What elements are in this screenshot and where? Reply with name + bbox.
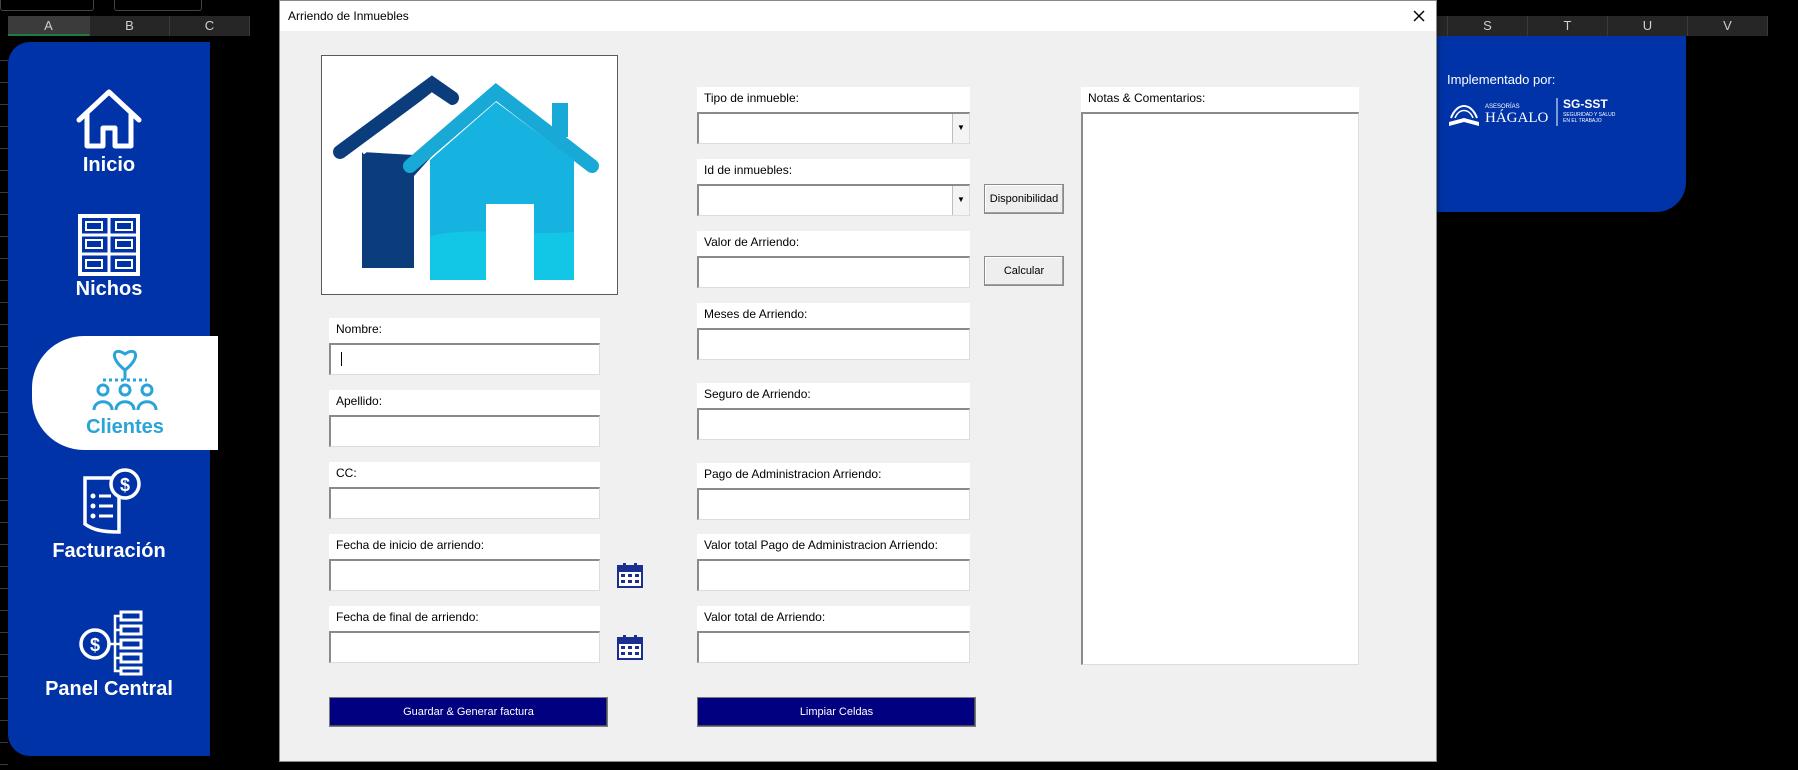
nav-label-panel-central: Panel Central [45,678,173,700]
name-box[interactable] [0,0,94,11]
invoice-icon: $ [83,468,141,534]
svg-text:HÁGALO: HÁGALO [1485,109,1548,126]
fecha-inicio-label: Fecha de inicio de arriendo: [329,534,600,560]
calcular-button[interactable]: Calcular [984,256,1064,286]
tipo-inmueble-dropdown[interactable]: ▼ [697,112,970,144]
svg-text:EN EL TRABAJO: EN EL TRABAJO [1563,118,1602,124]
apellido-label: Apellido: [329,390,600,416]
seguro-arriendo-field[interactable] [697,408,970,440]
cc-field[interactable] [329,487,600,519]
column-header-u[interactable]: U [1608,16,1688,36]
nombre-label: Nombre: [329,318,600,344]
valor-total-arriendo-field[interactable] [697,631,970,663]
guardar-generar-factura-button[interactable]: Guardar & Generar factura [329,697,608,727]
svg-text:SG-SST: SG-SST [1563,97,1608,111]
svg-text:$: $ [90,635,100,655]
valor-total-administracion-field[interactable] [697,559,970,591]
id-inmuebles-label: Id de inmuebles: [697,159,970,185]
text-cursor [341,352,342,366]
calendar-icon [617,563,643,588]
column-header-s[interactable]: S [1448,16,1528,36]
valor-arriendo-field[interactable] [697,256,970,288]
fecha-final-field[interactable] [329,631,600,663]
brand-card: Implementado por: ASESORÍAS HÁGALO SG-SS… [1410,36,1686,212]
column-header-a[interactable]: A [8,16,90,36]
finance-network-icon: $ [79,610,143,676]
nav-label-inicio: Inicio [82,154,136,176]
nav-item-nichos[interactable]: Nichos [8,214,210,301]
pago-administracion-label: Pago de Administracion Arriendo: [697,463,970,489]
disponibilidad-button[interactable]: Disponibilidad [984,184,1064,214]
cc-label: CC: [329,462,600,488]
column-header-v[interactable]: V [1688,16,1768,36]
hagalo-logo: ASESORÍAS HÁGALO SG-SST SEGURIDAD Y SALU… [1449,97,1616,126]
house-picture [321,55,618,295]
nav-label-clientes: Clientes [86,416,164,438]
fecha-inicio-field[interactable] [329,559,600,591]
nav-item-inicio[interactable]: Inicio [8,86,210,177]
pago-administracion-field[interactable] [697,488,970,520]
valor-total-administracion-label: Valor total Pago de Administracion Arrie… [697,534,970,560]
close-icon [1413,10,1425,22]
meses-arriendo-field[interactable] [697,328,970,360]
id-inmuebles-dropdown[interactable]: ▼ [697,184,970,216]
meses-arriendo-label: Meses de Arriendo: [697,303,970,329]
nav-label-facturacion: Facturación [52,540,166,562]
chevron-down-icon[interactable]: ▼ [952,114,969,143]
column-header-c[interactable]: C [170,16,250,36]
chevron-down-icon[interactable]: ▼ [952,186,969,215]
notas-comentarios-label: Notas & Comentarios: [1081,87,1359,113]
column-header-b[interactable]: B [90,16,170,36]
fecha-final-label: Fecha de final de arriendo: [329,606,600,632]
svg-text:ASESORÍAS: ASESORÍAS [1485,103,1520,110]
close-button[interactable] [1410,7,1428,25]
svg-text:$: $ [120,475,130,495]
nav-label-nichos: Nichos [75,278,143,300]
calendar-icon [617,635,643,660]
nav-item-clientes[interactable]: Clientes [32,336,218,450]
nav-item-facturacion[interactable]: $ Facturación [8,466,210,563]
nombre-field[interactable] [329,343,600,375]
valor-arriendo-label: Valor de Arriendo: [697,231,970,257]
dialog-titlebar[interactable]: Arriendo de Inmuebles [280,1,1436,31]
shelves-icon [78,214,140,276]
fecha-final-calendar-button[interactable] [616,633,644,661]
tipo-inmueble-label: Tipo de inmueble: [697,87,970,113]
dialog-title: Arriendo de Inmuebles [288,9,409,23]
house-illustration-icon [333,75,599,280]
home-icon [76,89,142,149]
fecha-inicio-calendar-button[interactable] [616,561,644,589]
valor-total-arriendo-label: Valor total de Arriendo: [697,606,970,632]
clients-network-icon [92,349,158,411]
formula-bar[interactable] [114,0,202,11]
apellido-field[interactable] [329,415,600,447]
nav-item-panel-central[interactable]: $ Panel Central [8,610,210,701]
column-header-t[interactable]: T [1528,16,1608,36]
brand-title: Implementado por: [1447,72,1556,87]
nav-panel: Inicio Nichos Clientes $ Facturación $ P… [8,42,218,756]
seguro-arriendo-label: Seguro de Arriendo: [697,383,970,409]
limpiar-celdas-button[interactable]: Limpiar Celdas [697,697,976,727]
arriendo-dialog: Arriendo de Inmuebles Nombre: Apellido: [279,0,1437,762]
notas-comentarios-textarea[interactable] [1081,112,1359,665]
